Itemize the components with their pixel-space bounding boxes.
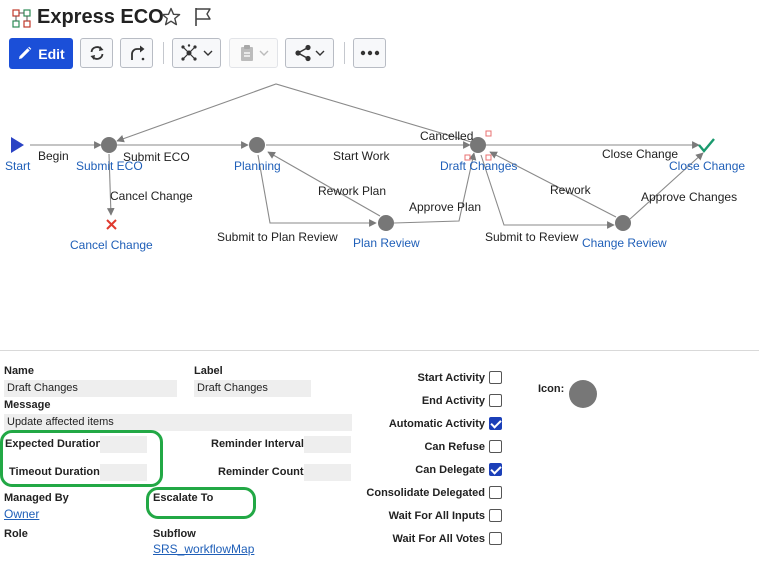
- share-menu-button[interactable]: [285, 38, 334, 68]
- path-label-submit-review: Submit to Review: [485, 230, 579, 244]
- path-label-submit-plan-review: Submit to Plan Review: [217, 230, 338, 244]
- node-label-change-review: Change Review: [582, 236, 667, 250]
- toolbar-separator: [344, 42, 345, 64]
- path-label-start-work: Start Work: [333, 149, 390, 163]
- planning-node[interactable]: [249, 137, 265, 153]
- role-label: Role: [4, 528, 28, 540]
- checkbox-wait-for-all-inputs[interactable]: [489, 509, 502, 522]
- checkbox-label: Automatic Activity: [388, 418, 485, 430]
- escalate-highlight: [146, 487, 256, 519]
- node-label-draft-changes: Draft Changes: [440, 159, 517, 173]
- plan-review-node[interactable]: [378, 215, 394, 231]
- network-menu-button[interactable]: [172, 38, 221, 68]
- chevron-down-icon: [259, 50, 269, 56]
- pencil-icon: [19, 46, 32, 59]
- checkbox-label: End Activity: [421, 395, 485, 407]
- checkbox-label: Wait For All Votes: [392, 533, 486, 545]
- path-label-approve-plan: Approve Plan: [409, 200, 481, 214]
- checkbox-label: Wait For All Inputs: [388, 510, 485, 522]
- duration-highlight: [0, 430, 163, 487]
- change-review-node[interactable]: [615, 215, 631, 231]
- star-icon[interactable]: [161, 7, 181, 27]
- checkbox-label: Can Refuse: [424, 441, 485, 453]
- chevron-down-icon: [203, 50, 213, 56]
- subflow-link[interactable]: SRS_workflowMap: [153, 542, 254, 556]
- chevron-down-icon: [315, 50, 325, 56]
- label-label: Label: [194, 365, 223, 377]
- checkbox-can-delegate[interactable]: [489, 463, 502, 476]
- start-node-icon[interactable]: [11, 137, 24, 153]
- checkbox-start-activity[interactable]: [489, 371, 502, 384]
- workflow-diagram[interactable]: Start Submit ECO Cancel Change Planning …: [0, 75, 759, 260]
- path-label-begin: Begin: [38, 149, 69, 163]
- route-icon: [130, 45, 144, 61]
- node-label-plan-review: Plan Review: [353, 236, 420, 250]
- path-label-rework-plan: Rework Plan: [318, 184, 386, 198]
- path-label-submit-eco: Submit ECO: [123, 150, 190, 164]
- node-label-planning: Planning: [234, 159, 281, 173]
- section-divider: [0, 350, 759, 351]
- selection-handle[interactable]: [485, 130, 492, 137]
- checkbox-label: Start Activity: [417, 372, 485, 384]
- subflow-label: Subflow: [153, 528, 196, 540]
- close-change-node-icon[interactable]: [698, 138, 715, 153]
- path-label-approve-changes: Approve Changes: [641, 190, 737, 204]
- page-title: Express ECO: [37, 6, 164, 28]
- refresh-icon: [90, 46, 103, 60]
- name-field[interactable]: Draft Changes: [4, 380, 177, 397]
- managed-by-label: Managed By: [4, 492, 69, 504]
- activity-icon[interactable]: [569, 380, 597, 408]
- checkbox-consolidate-delegated[interactable]: [489, 486, 502, 499]
- clipboard-menu-button[interactable]: [229, 38, 278, 68]
- edit-button-label: Edit: [38, 45, 65, 62]
- refresh-button[interactable]: [80, 38, 113, 68]
- icon-label: Icon:: [538, 383, 565, 395]
- share-icon: [295, 44, 311, 62]
- edit-button[interactable]: Edit: [9, 38, 73, 69]
- path-label-rework: Rework: [550, 183, 592, 197]
- node-label-start: Start: [5, 159, 31, 173]
- node-label-cancel-change: Cancel Change: [70, 238, 153, 252]
- more-icon: [360, 50, 379, 56]
- path-label-cancelled: Cancelled: [420, 129, 473, 143]
- checkbox-wait-for-all-votes[interactable]: [489, 532, 502, 545]
- flag-icon[interactable]: [193, 6, 213, 28]
- workflow-map-icon: [12, 9, 31, 28]
- submit-eco-node[interactable]: [101, 137, 117, 153]
- checkbox-label: Consolidate Delegated: [366, 487, 485, 499]
- checkbox-can-refuse[interactable]: [489, 440, 502, 453]
- checkbox-automatic-activity[interactable]: [489, 417, 502, 430]
- toolbar-separator: [163, 42, 164, 64]
- path-label-cancel-change: Cancel Change: [110, 189, 193, 203]
- route-button[interactable]: [120, 38, 153, 68]
- managed-by-link[interactable]: Owner: [4, 507, 39, 521]
- network-icon: [181, 44, 197, 61]
- message-label: Message: [4, 399, 51, 411]
- clipboard-icon: [241, 45, 253, 61]
- more-button[interactable]: [353, 38, 386, 68]
- cancel-node-icon[interactable]: [106, 219, 117, 230]
- node-label-close-change: Close Change: [669, 159, 745, 173]
- path-label-close-change: Close Change: [602, 147, 678, 161]
- name-label: Name: [4, 365, 34, 377]
- checkbox-end-activity[interactable]: [489, 394, 502, 407]
- checkbox-label: Can Delegate: [415, 464, 485, 476]
